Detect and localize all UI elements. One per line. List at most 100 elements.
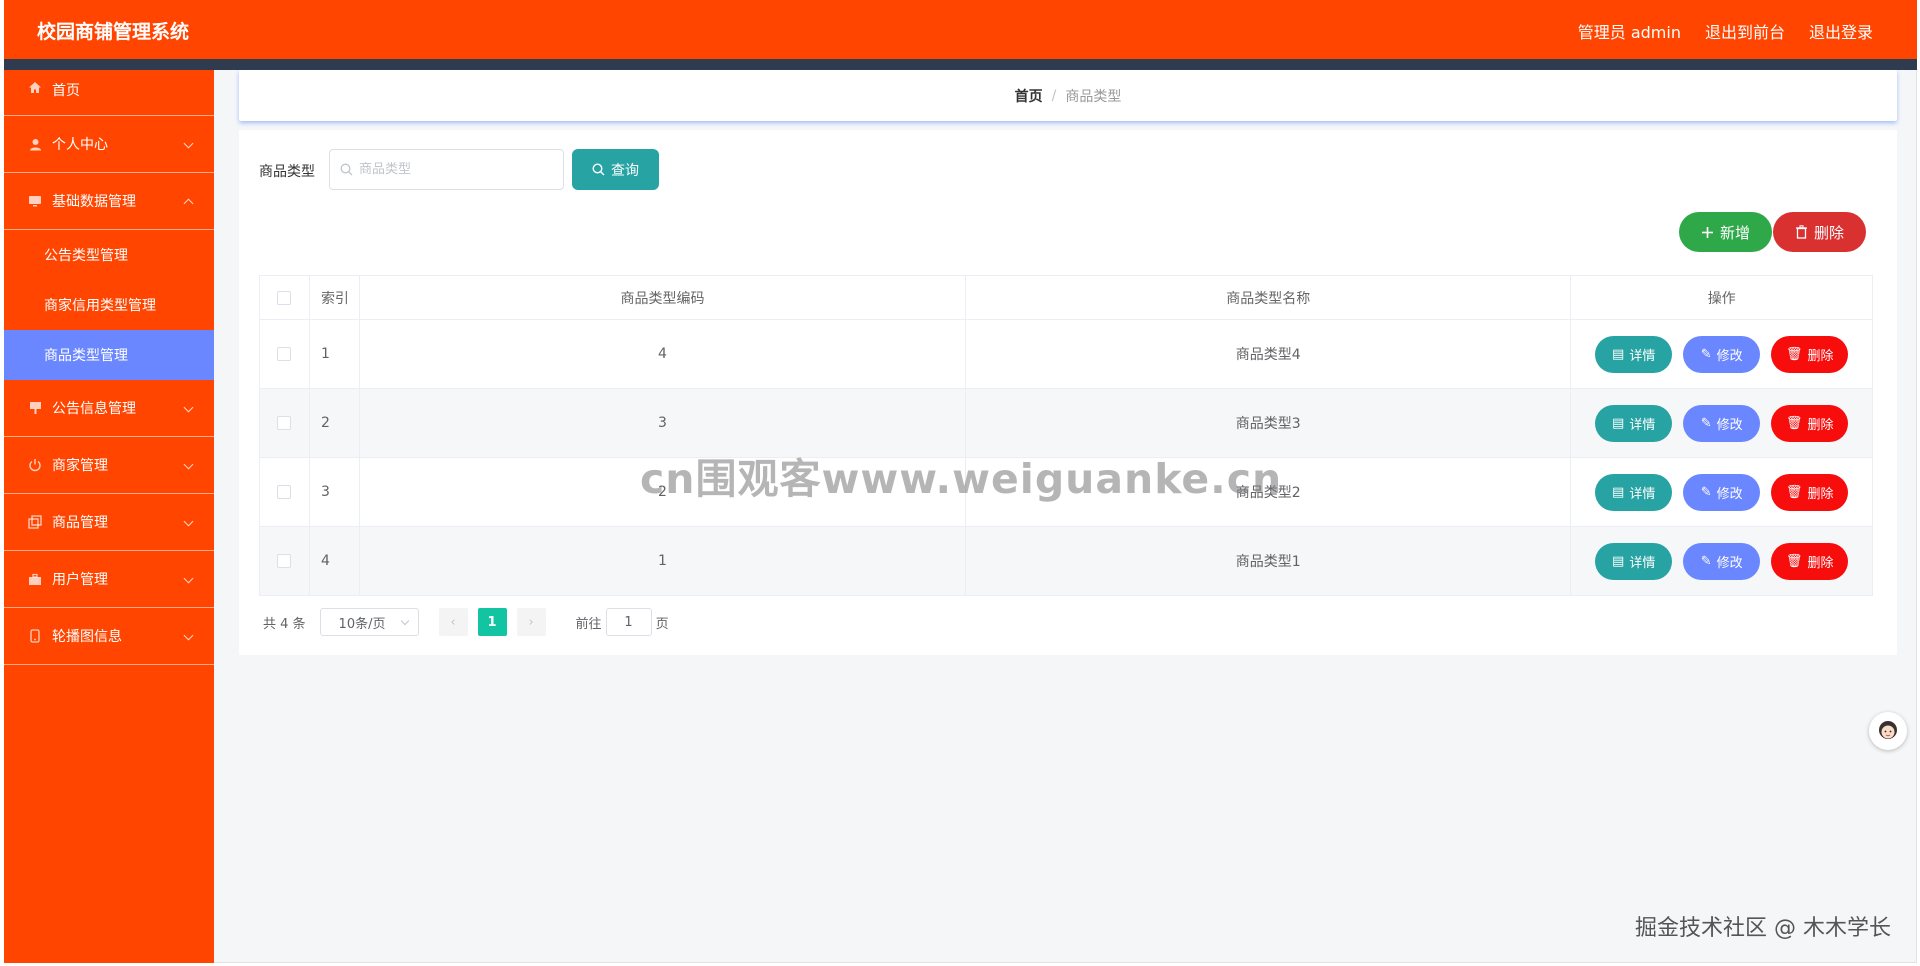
- monitor-icon: [27, 194, 43, 208]
- trash-icon: 🗑: [1785, 415, 1803, 431]
- cell-code: 2: [360, 458, 967, 526]
- sidebar-item-label: 商品管理: [52, 515, 108, 531]
- add-button-label: 新增: [1719, 223, 1750, 242]
- delete-button[interactable]: 🗑 删除: [1771, 335, 1849, 373]
- sidebar-item-product[interactable]: 商品管理: [4, 494, 214, 551]
- cell-code: 3: [360, 389, 967, 457]
- row-checkbox[interactable]: [277, 554, 292, 568]
- trash-icon: 🗑: [1785, 484, 1803, 500]
- cell-code: 1: [360, 527, 967, 595]
- add-button[interactable]: 新增: [1679, 212, 1772, 252]
- sidebar-subitem-notice-type[interactable]: 公告类型管理: [4, 230, 214, 280]
- batch-delete-button[interactable]: 删除: [1773, 212, 1866, 252]
- detail-button[interactable]: ▤ 详情: [1595, 542, 1673, 580]
- search-label: 商品类型: [259, 164, 315, 180]
- sidebar-subitem-merchant-credit-type[interactable]: 商家信用类型管理: [4, 280, 214, 330]
- detail-button[interactable]: ▤ 详情: [1595, 404, 1673, 442]
- trash-icon: [1795, 225, 1807, 239]
- chevron-down-icon: [400, 616, 409, 626]
- delete-label: 删除: [1807, 417, 1834, 433]
- front-link[interactable]: 退出到前台: [1705, 19, 1785, 43]
- detail-label: 详情: [1629, 417, 1656, 433]
- sidebar-item-label: 轮播图信息: [52, 629, 122, 645]
- page-size-select[interactable]: 10条/页: [319, 608, 419, 636]
- detail-label: 详情: [1629, 348, 1656, 364]
- chevron-down-icon: [183, 459, 194, 470]
- delete-button[interactable]: 🗑 删除: [1771, 473, 1849, 511]
- sidebar-item-home[interactable]: 首页: [4, 70, 214, 116]
- sidebar-item-notice[interactable]: 公告信息管理: [4, 380, 214, 437]
- header-index: 索引: [310, 276, 360, 319]
- pagination: 共 4 条 10条/页 ‹ 1 › 前往 页: [263, 608, 669, 636]
- avatar[interactable]: [1869, 712, 1907, 750]
- search-icon: [340, 163, 353, 176]
- sidebar-item-carousel[interactable]: 轮播图信息: [4, 608, 214, 665]
- cell-name: 商品类型2: [966, 458, 1572, 526]
- sidebar-item-merchant[interactable]: 商家管理: [4, 437, 214, 494]
- edit-label: 修改: [1716, 348, 1743, 364]
- sidebar-item-user[interactable]: 用户管理: [4, 551, 214, 608]
- avatar-icon: [1879, 721, 1897, 739]
- document-icon: ▤: [1612, 484, 1625, 500]
- goto-page-input[interactable]: [605, 608, 652, 636]
- search-field[interactable]: [329, 149, 564, 190]
- app-title: 校园商铺管理系统: [37, 21, 190, 43]
- query-button[interactable]: 查询: [572, 149, 659, 190]
- copy-icon: [27, 515, 43, 529]
- edit-button[interactable]: ✎ 修改: [1683, 473, 1761, 511]
- cell-index: 4: [310, 527, 360, 595]
- breadcrumb-home[interactable]: 首页: [1015, 86, 1043, 106]
- top-links: 管理员 admin 退出到前台 退出登录: [1578, 19, 1873, 43]
- cell-name: 商品类型1: [966, 527, 1572, 595]
- table-row: 1 4 商品类型4 ▤ 详情 ✎ 修改 🗑 删除: [260, 320, 1872, 389]
- select-all-checkbox[interactable]: [277, 290, 292, 305]
- goto-page: 前往 页: [576, 608, 669, 636]
- row-checkbox[interactable]: [277, 485, 292, 499]
- delete-label: 删除: [1807, 486, 1834, 502]
- chevron-down-icon: [183, 573, 194, 584]
- app-frame: 校园商铺管理系统 管理员 admin 退出到前台 退出登录 首页 个人中心 基础…: [4, 0, 1917, 963]
- query-button-label: 查询: [611, 162, 639, 179]
- detail-label: 详情: [1629, 555, 1656, 571]
- page-number[interactable]: 1: [477, 608, 507, 636]
- cell-name: 商品类型4: [966, 320, 1572, 388]
- detail-button[interactable]: ▤ 详情: [1595, 473, 1673, 511]
- edit-label: 修改: [1716, 555, 1743, 571]
- row-checkbox[interactable]: [277, 416, 292, 430]
- goto-prefix: 前往: [575, 616, 602, 632]
- edit-button[interactable]: ✎ 修改: [1683, 542, 1761, 580]
- trash-icon: 🗑: [1785, 553, 1803, 569]
- footer-watermark: 掘金技术社区 @ 木木学长: [1635, 916, 1891, 941]
- detail-button[interactable]: ▤ 详情: [1595, 335, 1673, 373]
- search-input[interactable]: [359, 162, 549, 177]
- sidebar-item-profile[interactable]: 个人中心: [4, 116, 214, 173]
- header-code: 商品类型编码: [360, 276, 967, 319]
- admin-label[interactable]: 管理员 admin: [1578, 19, 1681, 43]
- next-page-button[interactable]: ›: [516, 608, 546, 636]
- row-checkbox[interactable]: [277, 347, 292, 361]
- document-icon: ▤: [1612, 415, 1625, 431]
- pagination-total: 共 4 条: [263, 616, 306, 632]
- sidebar-subitem-product-type[interactable]: 商品类型管理: [4, 330, 214, 380]
- table-row: 3 2 商品类型2 ▤ 详情 ✎ 修改 🗑 删除: [260, 458, 1872, 527]
- sidebar-item-label: 商家管理: [52, 458, 108, 474]
- delete-button[interactable]: 🗑 删除: [1771, 542, 1849, 580]
- sidebar: 首页 个人中心 基础数据管理 公告类型管理 商家信用类型管理 商品类型管理 公告…: [4, 70, 214, 963]
- logout-link[interactable]: 退出登录: [1809, 19, 1873, 43]
- batch-delete-label: 删除: [1813, 223, 1844, 242]
- product-type-table: 索引 商品类型编码 商品类型名称 操作 1 4 商品类型4 ▤ 详情 ✎ 修改 🗑 删…: [259, 275, 1873, 596]
- detail-label: 详情: [1629, 486, 1656, 502]
- sidebar-item-basic-data[interactable]: 基础数据管理: [4, 173, 214, 230]
- prev-page-button[interactable]: ‹: [438, 608, 468, 636]
- edit-button[interactable]: ✎ 修改: [1683, 335, 1761, 373]
- delete-label: 删除: [1807, 348, 1834, 364]
- chevron-right-icon: ›: [528, 614, 534, 630]
- page-size-value: 10条/页: [338, 616, 386, 632]
- pencil-icon: ✎: [1700, 415, 1712, 431]
- pencil-icon: ✎: [1700, 553, 1712, 569]
- delete-button[interactable]: 🗑 删除: [1771, 404, 1849, 442]
- cell-index: 1: [310, 320, 360, 388]
- chevron-down-icon: [183, 516, 194, 527]
- edit-button[interactable]: ✎ 修改: [1683, 404, 1761, 442]
- sidebar-item-label: 基础数据管理: [52, 194, 136, 210]
